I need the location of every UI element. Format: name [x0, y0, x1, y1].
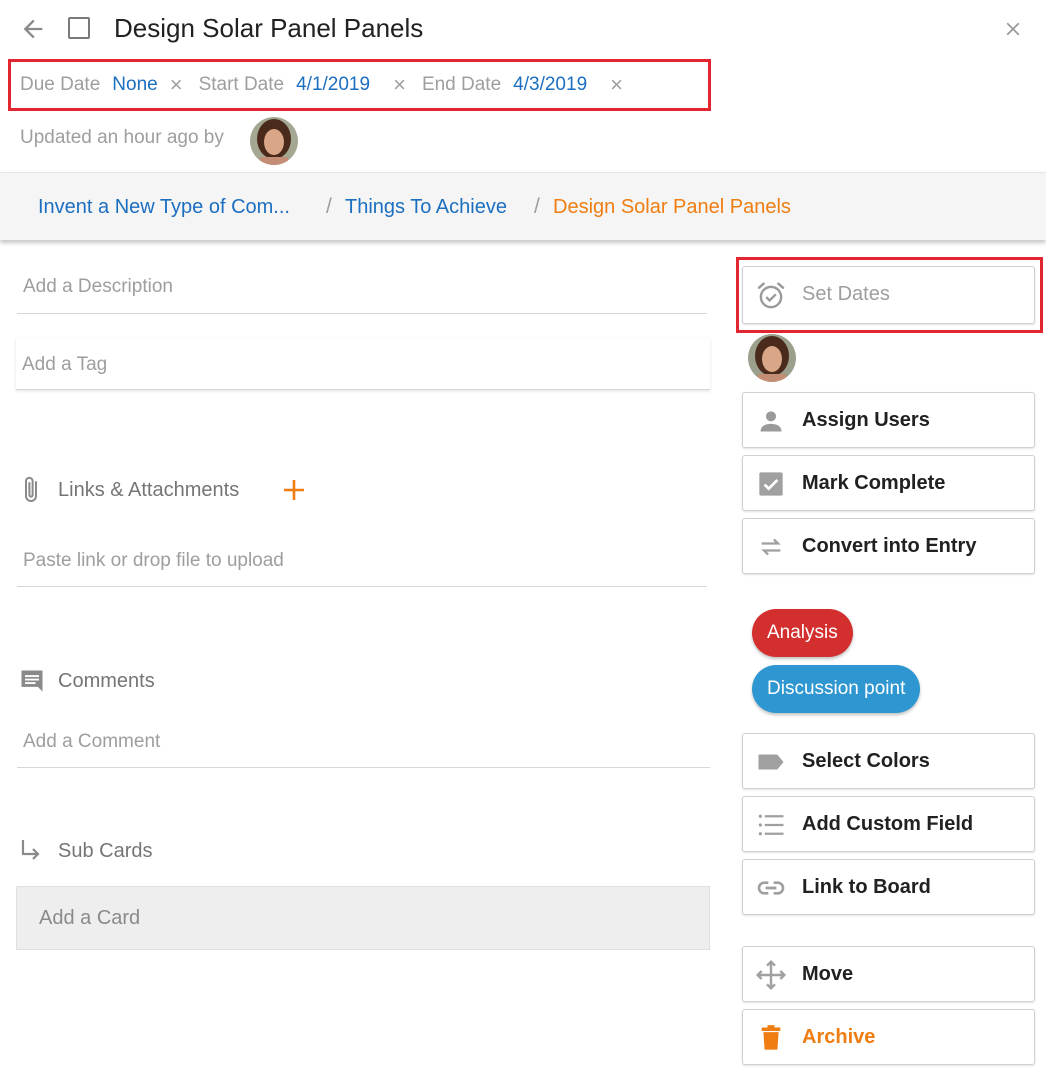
comments-label: Comments	[58, 670, 155, 692]
archive-button[interactable]: Archive	[742, 1009, 1035, 1065]
due-date-value[interactable]: None	[112, 74, 157, 96]
add-card-button[interactable]: Add a Card	[16, 886, 710, 950]
move-label: Move	[802, 963, 854, 985]
tag-field[interactable]: Add a Tag	[16, 338, 710, 390]
avatar[interactable]	[250, 117, 298, 165]
comment-icon	[21, 670, 43, 692]
breadcrumb-item-current: Design Solar Panel Panels	[553, 196, 791, 218]
end-date-label: End Date	[421, 74, 502, 95]
due-date-label: Due Date	[20, 74, 101, 95]
select-colors-button[interactable]: Select Colors	[742, 733, 1035, 789]
checkbox-checked-icon	[755, 468, 787, 500]
back-button[interactable]	[18, 14, 48, 44]
assign-users-button[interactable]: Assign Users	[742, 392, 1035, 448]
swap-arrows-icon	[755, 531, 787, 563]
tag-analysis[interactable]: Analysis	[752, 609, 853, 657]
breadcrumb-item-list[interactable]: Things To Achieve	[345, 196, 507, 219]
clear-end-date-icon[interactable]: ×	[610, 74, 623, 96]
start-date-label: Start Date	[198, 74, 285, 95]
link-to-board-button[interactable]: Link to Board	[742, 859, 1035, 915]
breadcrumb-separator: /	[534, 195, 540, 218]
add-attachment-icon[interactable]	[282, 478, 306, 502]
convert-entry-label: Convert into Entry	[802, 535, 977, 557]
link-icon	[755, 872, 787, 904]
move-button[interactable]: Move	[742, 946, 1035, 1002]
links-attachments-label: Links & Attachments	[58, 479, 240, 501]
set-dates-label: Set Dates	[802, 283, 890, 305]
subdirectory-arrow-icon	[21, 840, 40, 860]
clear-due-date-icon[interactable]: ×	[170, 74, 183, 96]
add-custom-field-label: Add Custom Field	[802, 813, 974, 835]
sub-cards-label: Sub Cards	[58, 840, 153, 862]
archive-label: Archive	[802, 1026, 876, 1048]
arrow-left-icon	[23, 19, 43, 39]
move-arrows-icon	[755, 959, 787, 991]
mark-complete-button[interactable]: Mark Complete	[742, 455, 1035, 511]
card-title[interactable]: Design Solar Panel Panels	[114, 12, 423, 44]
breadcrumb-item-board[interactable]: Invent a New Type of Com...	[38, 196, 290, 219]
clear-start-date-icon[interactable]: ×	[393, 74, 406, 96]
person-icon	[755, 405, 787, 437]
trash-icon	[755, 1022, 787, 1054]
start-date-value[interactable]: 4/1/2019	[296, 74, 370, 96]
attachment-link-input[interactable]: Paste link or drop file to upload	[17, 550, 707, 587]
complete-checkbox[interactable]	[68, 17, 90, 39]
breadcrumb: Invent a New Type of Com... / Things To …	[0, 172, 1046, 240]
updated-text: Updated an hour ago by	[20, 127, 224, 148]
breadcrumb-separator: /	[326, 195, 332, 218]
convert-entry-button[interactable]: Convert into Entry	[742, 518, 1035, 574]
paperclip-icon	[25, 476, 37, 502]
dates-row: Due Date None × Start Date 4/1/2019 × En…	[8, 59, 711, 111]
assigned-user-avatar[interactable]	[748, 334, 796, 382]
mark-complete-label: Mark Complete	[802, 472, 946, 494]
comment-input[interactable]: Add a Comment	[17, 731, 710, 768]
description-field[interactable]: Add a Description	[17, 276, 707, 314]
label-tag-icon	[755, 746, 787, 778]
close-icon	[1006, 22, 1020, 36]
link-to-board-label: Link to Board	[802, 876, 931, 898]
close-button[interactable]	[998, 14, 1028, 44]
list-icon	[755, 809, 787, 841]
set-dates-button[interactable]: Set Dates	[742, 266, 1035, 324]
alarm-icon	[755, 279, 787, 311]
tag-discussion-point[interactable]: Discussion point	[752, 665, 921, 713]
assign-users-label: Assign Users	[802, 409, 930, 431]
select-colors-label: Select Colors	[802, 750, 930, 772]
add-custom-field-button[interactable]: Add Custom Field	[742, 796, 1035, 852]
end-date-value[interactable]: 4/3/2019	[513, 74, 587, 96]
